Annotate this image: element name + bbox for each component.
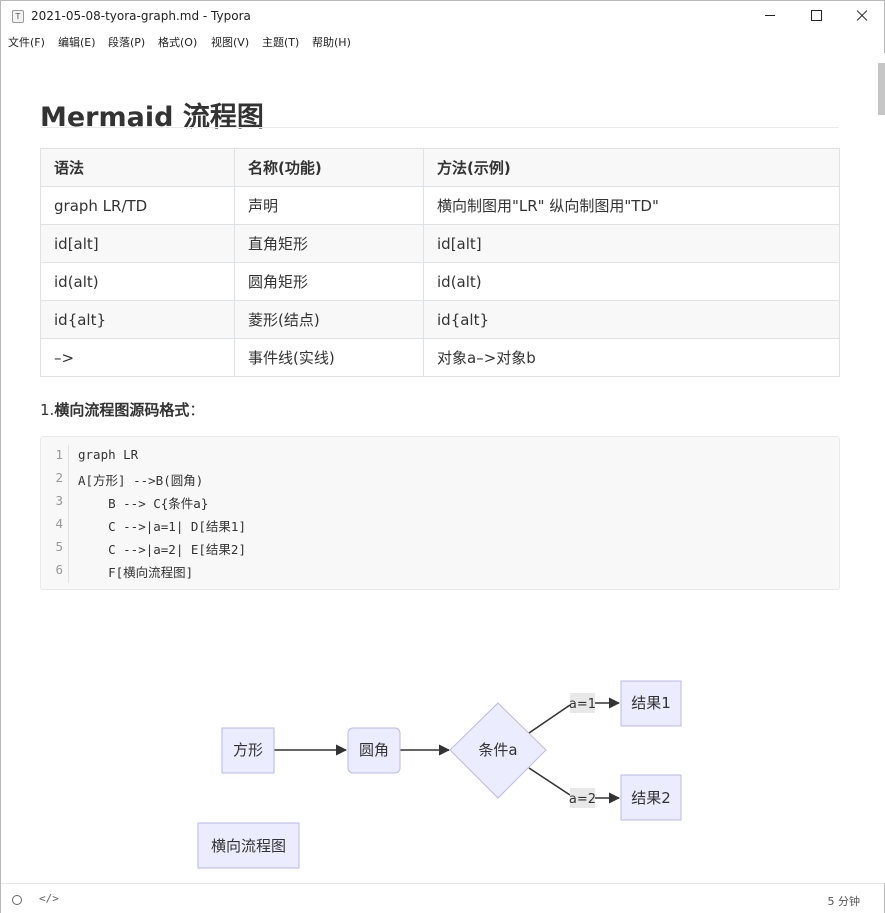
code-line: graph LR — [78, 447, 139, 462]
code-line: C -->|a=1| D[结果1] — [78, 519, 246, 534]
paragraph-prefix: 1. — [40, 401, 55, 419]
node-e-label: 结果2 — [631, 789, 671, 807]
scrollbar-thumb[interactable] — [878, 63, 885, 115]
menu-bar: 文件(F) 编辑(E) 段落(P) 格式(O) 视图(V) 主题(T) 帮助(H… — [1, 31, 884, 53]
window-title: 2021-05-08-tyora-graph.md - Typora — [31, 9, 251, 23]
table-header-cell: 语法 — [40, 148, 235, 187]
table-cell[interactable]: graph LR/TD — [40, 186, 235, 225]
paragraph-bold: 横向流程图源码格式 — [54, 401, 190, 419]
node-c-label: 条件a — [478, 741, 517, 759]
syntax-table: 语法 名称(功能) 方法(示例) graph LR/TD 声明 横向制图用"LR… — [40, 148, 840, 377]
node-a-label: 方形 — [233, 741, 263, 759]
node-b-label: 圆角 — [359, 741, 389, 759]
table-cell[interactable]: id[alt] — [423, 224, 840, 263]
code-line: A[方形] -->B(圆角) — [78, 473, 204, 488]
code-line: F[横向流程图] — [78, 565, 194, 580]
table-cell[interactable]: 对象a–>对象b — [423, 338, 840, 377]
edge-label-a2: a=2 — [569, 792, 596, 807]
table-row: graph LR/TD 声明 横向制图用"LR" 纵向制图用"TD" — [40, 186, 840, 225]
code-gutter: 1 2 3 4 5 6 — [41, 445, 69, 583]
menu-theme[interactable]: 主题(T) — [262, 34, 299, 50]
mermaid-flowchart: a=1 a=2 方形 圆角 条件a 结果1 结果2 横向流程图 — [197, 680, 682, 869]
table-cell[interactable]: id(alt) — [40, 262, 235, 301]
status-bar: </> 5 分钟 — [1, 883, 884, 913]
edge-c-d-part1 — [528, 704, 571, 734]
close-button[interactable] — [839, 1, 885, 31]
table-row: id{alt} 菱形(结点) id{alt} — [40, 300, 840, 339]
vertical-scrollbar[interactable] — [876, 53, 885, 883]
page-title: Mermaid 流程图 — [40, 102, 264, 133]
line-number: 5 — [55, 539, 63, 554]
table-row: –> 事件线(实线) 对象a–>对象b — [40, 338, 840, 377]
code-line: C -->|a=2| E[结果2] — [78, 542, 246, 557]
menu-edit[interactable]: 编辑(E) — [58, 34, 96, 50]
table-cell[interactable]: 事件线(实线) — [234, 338, 424, 377]
menu-file[interactable]: 文件(F) — [8, 34, 45, 50]
node-d-label: 结果1 — [631, 694, 671, 712]
heading-divider — [40, 127, 839, 128]
edge-label-a1: a=1 — [569, 697, 596, 712]
typora-app-icon: T — [12, 10, 24, 23]
table-row: id(alt) 圆角矩形 id(alt) — [40, 262, 840, 301]
menu-view[interactable]: 视图(V) — [211, 34, 249, 50]
code-line: B --> C{条件a} — [78, 496, 209, 511]
table-row: id[alt] 直角矩形 id[alt] — [40, 224, 840, 263]
table-cell[interactable]: 圆角矩形 — [234, 262, 424, 301]
table-header-cell: 名称(功能) — [234, 148, 424, 187]
word-count[interactable]: 5 分钟 — [828, 893, 861, 909]
table-header-cell: 方法(示例) — [423, 148, 840, 187]
line-number: 3 — [55, 493, 63, 508]
menu-format[interactable]: 格式(O) — [158, 34, 197, 50]
line-number: 1 — [55, 447, 63, 462]
typora-window: T 2021-05-08-tyora-graph.md - Typora 文件(… — [0, 0, 885, 913]
minimize-button[interactable] — [747, 1, 793, 31]
table-cell[interactable]: 菱形(结点) — [234, 300, 424, 339]
edge-c-e-part1 — [528, 767, 571, 796]
line-number: 6 — [55, 562, 63, 577]
table-cell[interactable]: 横向制图用"LR" 纵向制图用"TD" — [423, 186, 840, 225]
line-number: 4 — [55, 516, 63, 531]
table-cell[interactable]: id[alt] — [40, 224, 235, 263]
menu-help[interactable]: 帮助(H) — [312, 34, 351, 50]
table-cell[interactable]: id{alt} — [423, 300, 840, 339]
paragraph-suffix: ： — [189, 401, 205, 419]
menu-paragraph[interactable]: 段落(P) — [108, 34, 145, 50]
editor-content[interactable]: Mermaid 流程图 语法 名称(功能) 方法(示例) graph LR/TD… — [1, 53, 876, 883]
code-block[interactable]: 1 2 3 4 5 6 graph LR A[方形] -->B(圆角) B --… — [40, 436, 840, 590]
source-mode-icon[interactable]: </> — [39, 892, 59, 905]
table-cell[interactable]: 直角矩形 — [234, 224, 424, 263]
table-cell[interactable]: id(alt) — [423, 262, 840, 301]
table-header-row: 语法 名称(功能) 方法(示例) — [40, 148, 840, 187]
section-paragraph: 1.横向流程图源码格式： — [40, 399, 204, 420]
node-f-label: 横向流程图 — [211, 837, 286, 855]
table-cell[interactable]: id{alt} — [40, 300, 235, 339]
title-bar: T 2021-05-08-tyora-graph.md - Typora — [1, 1, 884, 31]
line-number: 2 — [55, 470, 63, 485]
table-cell[interactable]: –> — [40, 338, 235, 377]
outline-toggle-icon[interactable] — [12, 895, 22, 905]
maximize-button[interactable] — [793, 1, 839, 31]
table-cell[interactable]: 声明 — [234, 186, 424, 225]
